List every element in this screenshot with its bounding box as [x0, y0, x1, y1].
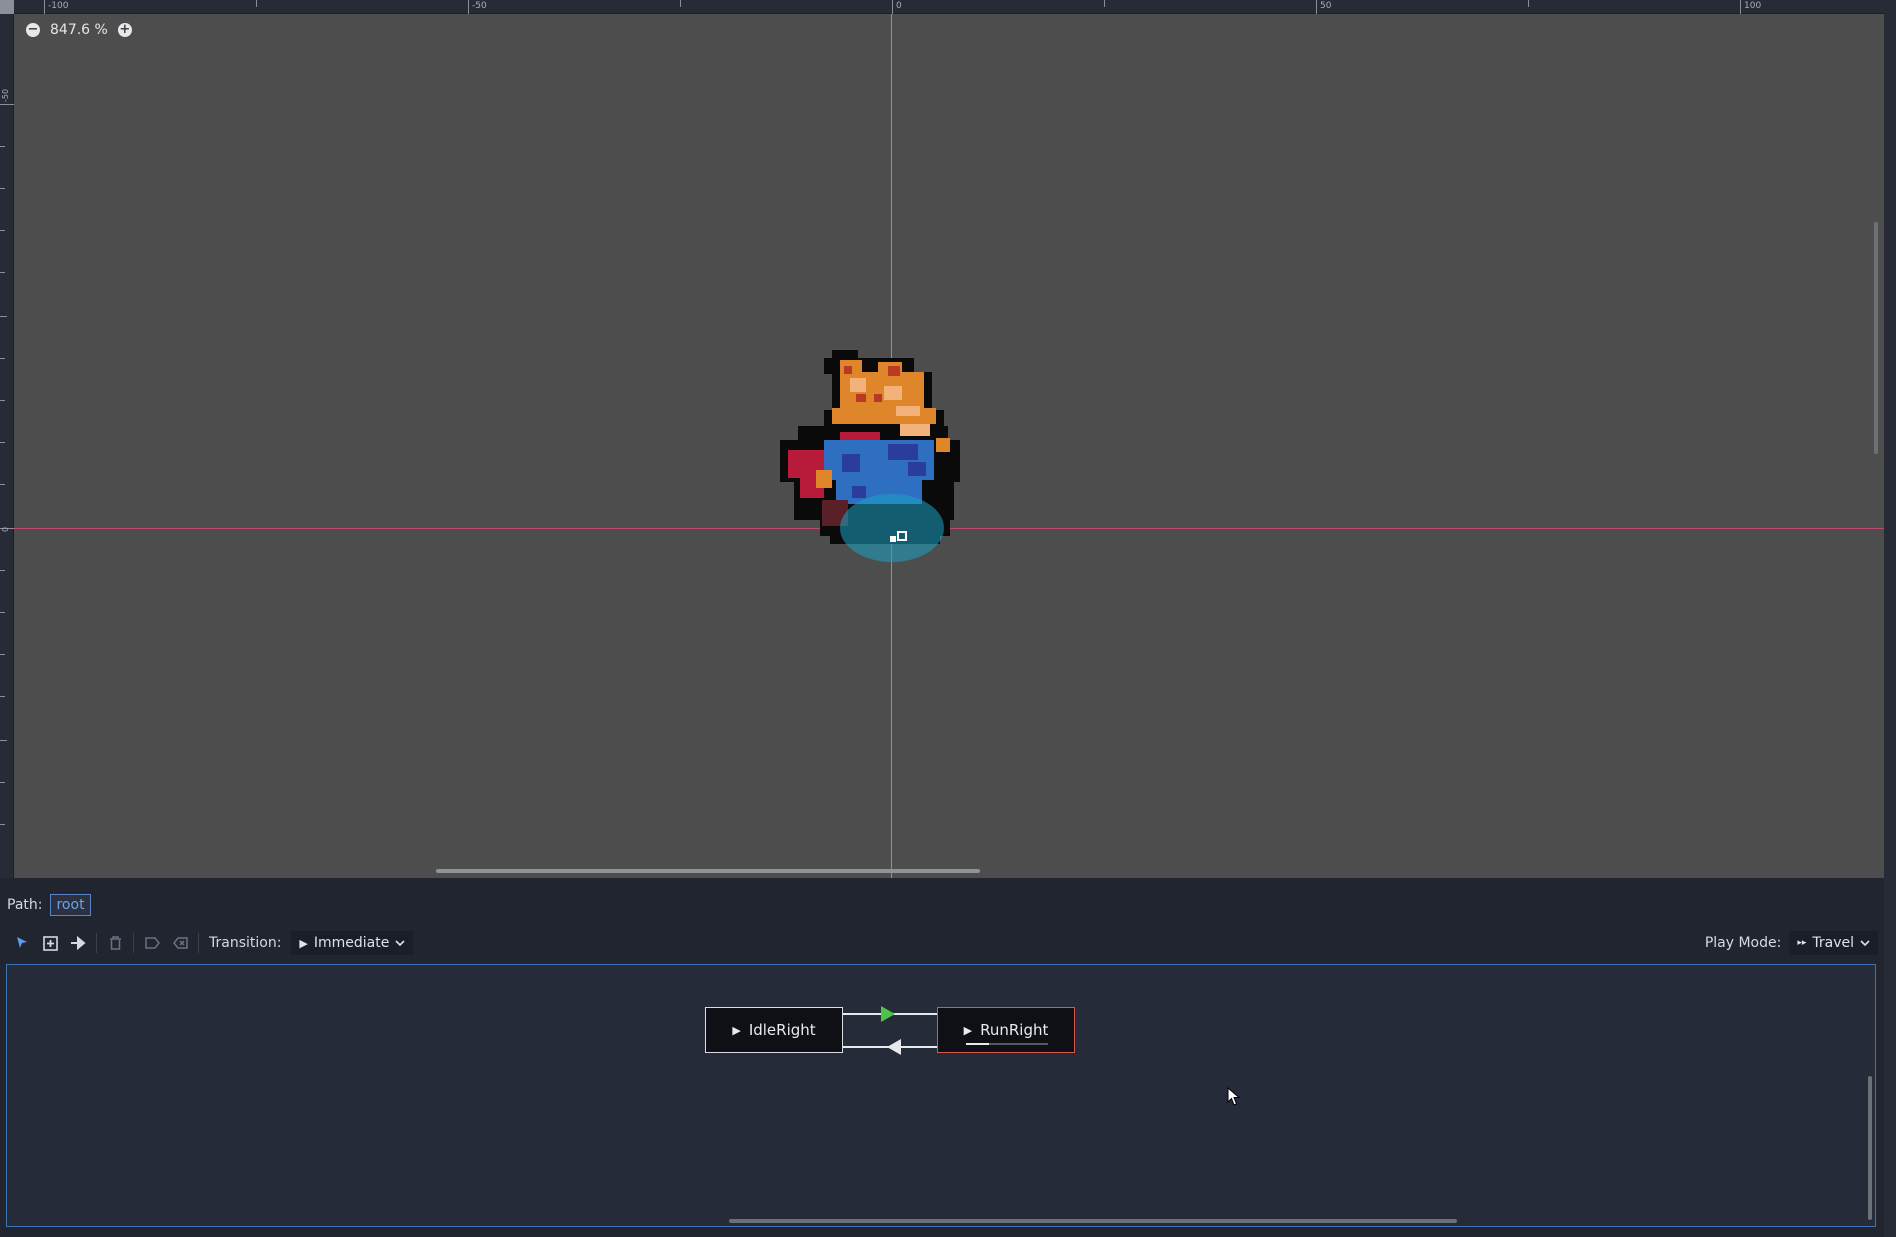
state-machine-toolbar: Transition: ▶ Immediate Play Mode: ▸▸ Tr… [0, 928, 1884, 958]
delete-icon[interactable] [101, 930, 129, 956]
play-mode-label: Play Mode: [1704, 935, 1782, 951]
chevron-down-icon [395, 935, 405, 951]
transition-arrow-right-icon [881, 1006, 895, 1022]
state-node-idleright[interactable]: ▶ IdleRight [705, 1007, 843, 1053]
state-node-label: IdleRight [748, 1021, 816, 1039]
end-icon[interactable] [138, 930, 166, 956]
path-bar: Path: root [0, 889, 1884, 921]
travel-icon: ▸▸ [1797, 938, 1807, 948]
character-sprite[interactable] [780, 350, 960, 570]
ruler-label: 50 [1320, 1, 1332, 11]
ruler-label: 0 [1, 526, 10, 532]
ruler-horizontal: -100 -50 0 50 100 [0, 0, 1896, 14]
create-node-icon[interactable] [36, 930, 64, 956]
ruler-vertical: -50 0 [0, 0, 14, 878]
graph-vertical-scrollbar[interactable] [1868, 1076, 1872, 1220]
playback-progress [966, 1043, 1048, 1045]
transition-label: Transition: [209, 935, 282, 951]
ruler-label: -50 [1, 88, 10, 102]
play-mode-group: Play Mode: ▸▸ Travel [1705, 931, 1884, 955]
state-node-label: RunRight [980, 1021, 1049, 1039]
ruler-label: -50 [472, 1, 487, 11]
play-mode-dropdown[interactable]: ▸▸ Travel [1789, 931, 1878, 955]
zoom-in-icon[interactable]: + [117, 23, 132, 37]
viewport-vertical-scrollbar[interactable] [1874, 222, 1878, 454]
transitions-layer [841, 1006, 937, 1055]
ruler-corner [0, 0, 14, 14]
transition-arrow-left-icon [887, 1039, 901, 1055]
remove-end-icon[interactable] [166, 930, 194, 956]
ruler-label: 0 [896, 1, 902, 11]
path-root-button[interactable]: root [50, 894, 91, 916]
play-icon[interactable]: ▶ [732, 1024, 740, 1037]
play-icon: ▶ [299, 936, 308, 950]
ruler-label: -100 [48, 1, 69, 11]
zoom-level[interactable]: 847.6 % [50, 22, 108, 38]
viewport-horizontal-scrollbar[interactable] [436, 869, 980, 873]
canvas-viewport[interactable]: -100 -50 0 50 100 -50 0 − 847.6 % + [0, 0, 1896, 878]
graph-horizontal-scrollbar[interactable] [729, 1219, 1457, 1223]
transition-value: Immediate [313, 935, 390, 951]
play-icon[interactable]: ▶ [964, 1024, 972, 1037]
select-icon[interactable] [8, 930, 36, 956]
right-edge-strip [1884, 0, 1896, 1237]
zoom-out-icon[interactable]: − [26, 23, 40, 37]
zoom-controls: − 847.6 % + [26, 22, 132, 38]
state-machine-graph[interactable]: ▶ IdleRight ▶ RunRight [6, 964, 1876, 1227]
chevron-down-icon [1860, 935, 1870, 951]
ruler-label: 100 [1744, 1, 1762, 11]
playback-progress-fill [966, 1043, 989, 1045]
path-label: Path: [7, 897, 43, 913]
transition-dropdown[interactable]: ▶ Immediate [291, 931, 414, 955]
mouse-cursor-icon [1227, 1087, 1241, 1106]
state-node-runright[interactable]: ▶ RunRight [937, 1007, 1075, 1053]
play-mode-value: Travel [1812, 935, 1854, 951]
connect-icon[interactable] [64, 930, 92, 956]
